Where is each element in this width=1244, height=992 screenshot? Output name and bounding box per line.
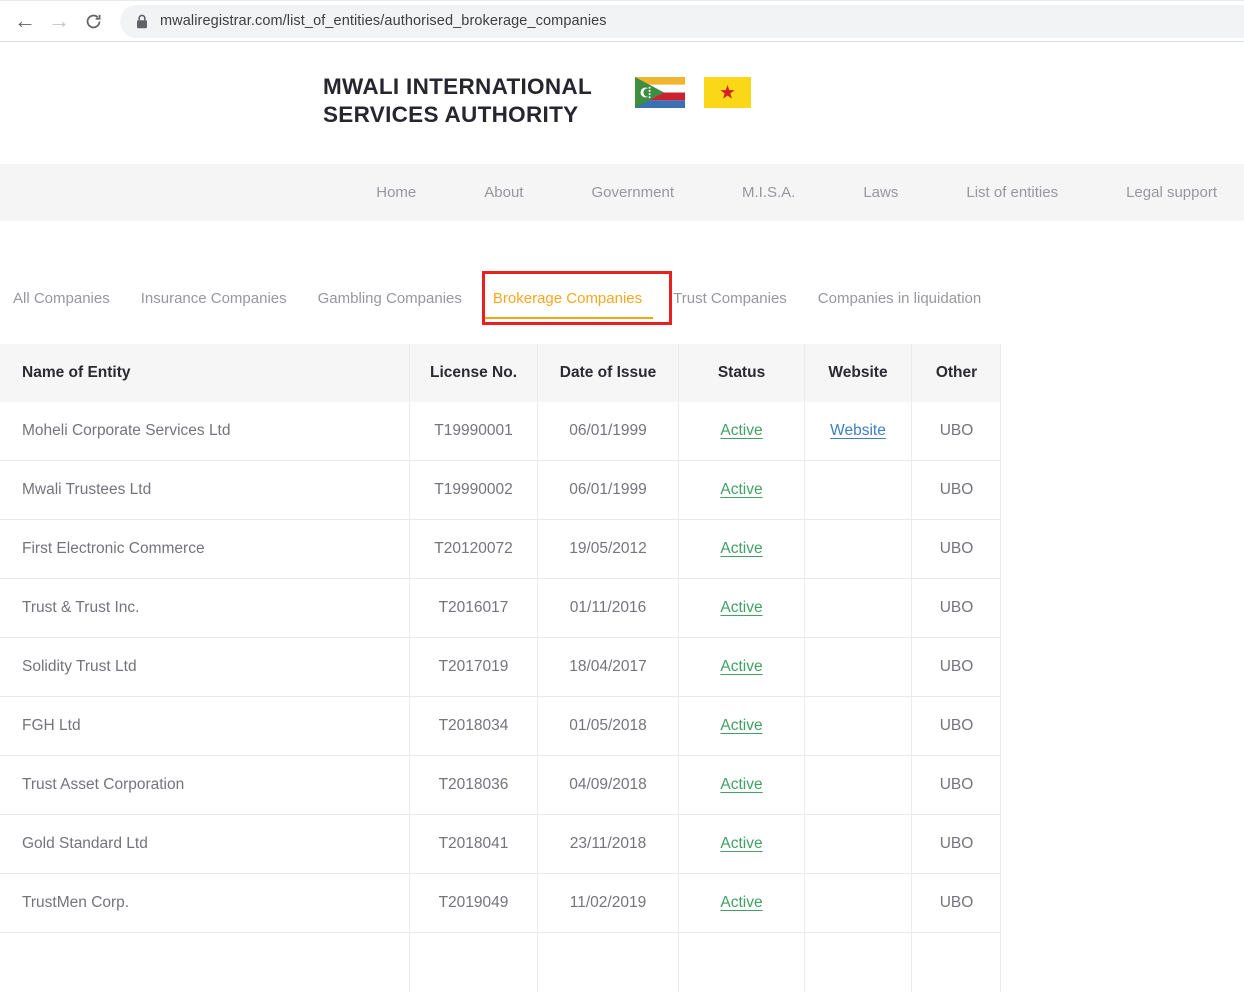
forward-button[interactable]: →: [42, 4, 76, 38]
refresh-button[interactable]: [76, 4, 110, 38]
cell-license: T19990001: [409, 402, 537, 460]
cell-other: UBO: [911, 815, 1001, 873]
table-row: Trust & Trust Inc. T2016017 01/11/2016 A…: [0, 579, 1001, 638]
nav-item-legal-support[interactable]: Legal support: [1126, 184, 1217, 201]
cell-other: UBO: [911, 402, 1001, 460]
back-button[interactable]: ←: [8, 4, 42, 38]
address-bar[interactable]: mwaliregistrar.com/list_of_entities/auth…: [120, 5, 1244, 38]
column-header-status: Status: [678, 344, 804, 402]
cell-other: UBO: [911, 461, 1001, 519]
cell-entity-name: Solidity Trust Ltd: [0, 638, 409, 696]
cell-license: T19990002: [409, 461, 537, 519]
browser-toolbar: ← → mwaliregistrar.com/list_of_entities/…: [0, 0, 1244, 42]
tab-insurance-companies[interactable]: Insurance Companies: [141, 290, 287, 307]
cell-entity-name: Trust Asset Corporation: [0, 756, 409, 814]
column-header-license: License No.: [409, 344, 537, 402]
cell-entity-name: TrustMen Corp.: [0, 874, 409, 932]
cell-license: T2017019: [409, 638, 537, 696]
website-link[interactable]: Website: [830, 422, 886, 440]
cell-other: UBO: [911, 697, 1001, 755]
cell-entity-name: FGH Ltd: [0, 697, 409, 755]
cell-entity-name: Mwali Trustees Ltd: [0, 461, 409, 519]
status-link[interactable]: Active: [720, 835, 762, 853]
cell-entity-name: First Electronic Commerce: [0, 520, 409, 578]
cell-other: UBO: [911, 638, 1001, 696]
cell-license: T2019049: [409, 874, 537, 932]
table-row: Trust Asset Corporation T2018036 04/09/2…: [0, 756, 1001, 815]
nav-item-list-of-entities[interactable]: List of entities: [966, 184, 1058, 201]
column-header-name: Name of Entity: [0, 344, 409, 402]
cell-license: T2018034: [409, 697, 537, 755]
cell-license: T2018041: [409, 815, 537, 873]
cell-license: T20120072: [409, 520, 537, 578]
tab-brokerage-companies[interactable]: Brokerage Companies: [482, 290, 653, 319]
entity-table: Name of Entity License No. Date of Issue…: [0, 344, 1001, 992]
refresh-icon: [84, 12, 103, 31]
entity-tabs: All Companies Insurance Companies Gambli…: [0, 272, 1244, 326]
nav-item-misa[interactable]: M.I.S.A.: [742, 184, 795, 201]
table-body: Moheli Corporate Services Ltd T19990001 …: [0, 402, 1001, 933]
column-header-website: Website: [804, 344, 911, 402]
table-row: Gold Standard Ltd T2018041 23/11/2018 Ac…: [0, 815, 1001, 874]
table-row-partial: [0, 933, 1001, 992]
nav-item-government[interactable]: Government: [591, 184, 674, 201]
nav-item-home[interactable]: Home: [376, 184, 416, 201]
cell-other: UBO: [911, 874, 1001, 932]
cell-date: 11/02/2019: [537, 874, 678, 932]
cell-date: 23/11/2018: [537, 815, 678, 873]
status-link[interactable]: Active: [720, 894, 762, 912]
tab-companies-in-liquidation[interactable]: Companies in liquidation: [818, 290, 981, 307]
table-row: Moheli Corporate Services Ltd T19990001 …: [0, 402, 1001, 461]
cell-entity-name: Moheli Corporate Services Ltd: [0, 402, 409, 460]
cell-date: 01/11/2016: [537, 579, 678, 637]
back-icon: ←: [14, 8, 36, 34]
nav-item-laws[interactable]: Laws: [863, 184, 898, 201]
table-row: TrustMen Corp. T2019049 11/02/2019 Activ…: [0, 874, 1001, 933]
status-link[interactable]: Active: [720, 717, 762, 735]
url-text: mwaliregistrar.com/list_of_entities/auth…: [160, 13, 607, 29]
table-row: Mwali Trustees Ltd T19990002 06/01/1999 …: [0, 461, 1001, 520]
lock-icon[interactable]: [136, 14, 148, 29]
cell-entity-name: Trust & Trust Inc.: [0, 579, 409, 637]
cell-date: 06/01/1999: [537, 402, 678, 460]
tab-gambling-companies[interactable]: Gambling Companies: [318, 290, 462, 307]
column-header-other: Other: [911, 344, 1001, 402]
table-row: Solidity Trust Ltd T2017019 18/04/2017 A…: [0, 638, 1001, 697]
table-row: FGH Ltd T2018034 01/05/2018 Active UBO: [0, 697, 1001, 756]
status-link[interactable]: Active: [720, 540, 762, 558]
table-header-row: Name of Entity License No. Date of Issue…: [0, 344, 1001, 402]
status-link[interactable]: Active: [720, 599, 762, 617]
cell-date: 01/05/2018: [537, 697, 678, 755]
cell-other: UBO: [911, 756, 1001, 814]
site-title-line2: SERVICES AUTHORITY: [323, 101, 592, 129]
status-link[interactable]: Active: [720, 422, 762, 440]
cell-other: UBO: [911, 520, 1001, 578]
cell-entity-name: Gold Standard Ltd: [0, 815, 409, 873]
status-link[interactable]: Active: [720, 658, 762, 676]
column-header-date: Date of Issue: [537, 344, 678, 402]
cell-other: UBO: [911, 579, 1001, 637]
table-row: First Electronic Commerce T20120072 19/0…: [0, 520, 1001, 579]
status-link[interactable]: Active: [720, 481, 762, 499]
cell-date: 18/04/2017: [537, 638, 678, 696]
forward-icon: →: [48, 8, 70, 34]
cell-date: 06/01/1999: [537, 461, 678, 519]
tab-all-companies[interactable]: All Companies: [13, 290, 110, 307]
cell-date: 04/09/2018: [537, 756, 678, 814]
status-link[interactable]: Active: [720, 776, 762, 794]
nav-item-about[interactable]: About: [484, 184, 523, 201]
main-nav: Home About Government M.I.S.A. Laws List…: [0, 164, 1244, 221]
comoros-flag: [635, 77, 685, 108]
mwali-flag: [704, 77, 751, 108]
site-title-line1: MWALI INTERNATIONAL: [323, 73, 592, 101]
cell-date: 19/05/2012: [537, 520, 678, 578]
cell-license: T2018036: [409, 756, 537, 814]
site-title: MWALI INTERNATIONAL SERVICES AUTHORITY: [323, 73, 592, 129]
cell-license: T2016017: [409, 579, 537, 637]
tab-trust-companies[interactable]: Trust Companies: [673, 290, 787, 307]
